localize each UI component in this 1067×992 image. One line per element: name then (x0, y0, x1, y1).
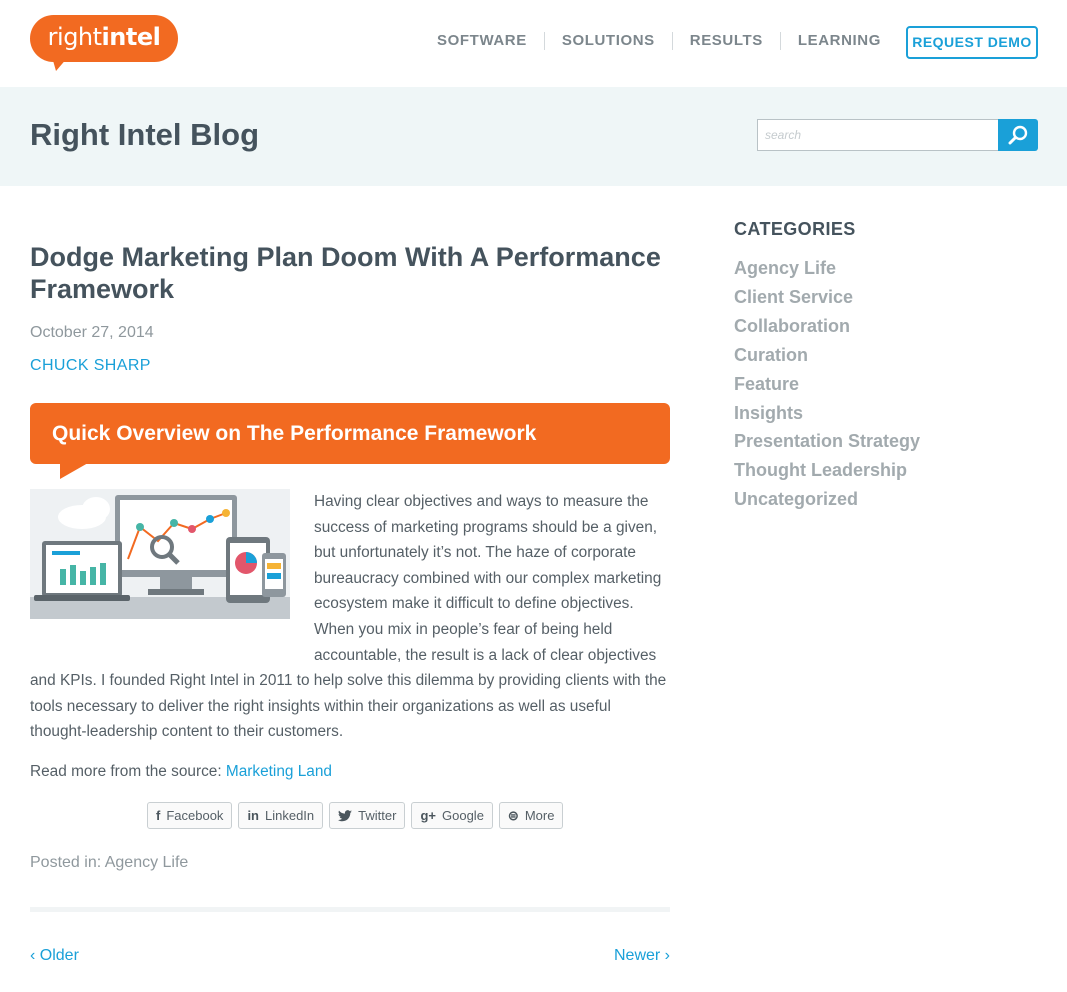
nav-learning[interactable]: LEARNING (779, 32, 898, 50)
divider (30, 907, 670, 912)
categories-list: Agency Life Client Service Collaboration… (734, 254, 1034, 514)
category-link[interactable]: Feature (734, 370, 1034, 399)
older-post-link[interactable]: ‹ Older (30, 947, 79, 965)
category-link[interactable]: Uncategorized (734, 485, 1034, 514)
share-more-button[interactable]: ⊜ More (498, 802, 564, 829)
blog-title: Right Intel Blog (30, 117, 260, 152)
category-link[interactable]: Client Service (734, 283, 1034, 312)
search-input[interactable] (757, 119, 999, 151)
rightintel-logo[interactable]: rightintel (30, 15, 178, 71)
share-linkedin-label: LinkedIn (265, 808, 315, 823)
post-date: October 27, 2014 (30, 324, 154, 341)
overview-banner: Quick Overview on The Performance Framew… (30, 403, 670, 479)
categories-heading: CATEGORIES (734, 219, 856, 239)
twitter-icon (338, 809, 353, 821)
nav-software[interactable]: SOFTWARE (420, 32, 544, 50)
share-twitter-label: Twitter (358, 808, 397, 823)
more-share-icon: ⊜ (507, 808, 519, 823)
share-twitter-button[interactable]: Twitter (329, 802, 406, 829)
dashboard-illustration (30, 489, 290, 619)
google-plus-icon: g+ (420, 808, 436, 823)
banner-tail (60, 463, 88, 479)
search-button[interactable] (998, 119, 1038, 151)
category-link[interactable]: Curation (734, 341, 1034, 370)
share-more-label: More (524, 808, 555, 823)
facebook-icon: f (156, 808, 161, 823)
category-link[interactable]: Agency Life (734, 254, 1034, 283)
main-nav: SOFTWARE SOLUTIONS RESULTS LEARNING (420, 32, 898, 50)
category-link[interactable]: Thought Leadership (734, 456, 1034, 485)
linkedin-icon: in (247, 808, 259, 823)
share-google-label: Google (442, 808, 484, 823)
logo-tail (52, 57, 68, 71)
share-google-button[interactable]: g+ Google (411, 802, 493, 829)
category-link[interactable]: Insights (734, 399, 1034, 428)
newer-post-link[interactable]: Newer › (614, 947, 670, 965)
category-link[interactable]: Collaboration (734, 312, 1034, 341)
source-line: Read more from the source: Marketing Lan… (30, 763, 332, 781)
nav-solutions[interactable]: SOLUTIONS (543, 32, 672, 50)
source-prefix: Read more from the source: (30, 763, 222, 780)
site-header: rightintel SOFTWARE SOLUTIONS RESULTS LE… (0, 0, 1067, 87)
logo-text: rightintel (47, 23, 161, 51)
share-facebook-label: Facebook (166, 808, 224, 823)
post-author-link[interactable]: CHUCK SHARP (30, 357, 151, 375)
blog-title-band: Right Intel Blog (0, 87, 1067, 186)
categories-sidebar: CATEGORIES Agency Life Client Service Co… (734, 219, 1034, 514)
category-link[interactable]: Presentation Strategy (734, 427, 1034, 456)
source-link[interactable]: Marketing Land (226, 763, 332, 780)
nav-results[interactable]: RESULTS (671, 32, 780, 50)
search-form (757, 119, 1038, 151)
request-demo-button[interactable]: REQUEST DEMO (906, 26, 1038, 59)
post-title[interactable]: Dodge Marketing Plan Doom With A Perform… (30, 241, 670, 305)
posted-in: Posted in: Agency Life (30, 854, 189, 871)
share-facebook-button[interactable]: f Facebook (147, 802, 233, 829)
banner-title: Quick Overview on The Performance Framew… (52, 422, 537, 445)
share-linkedin-button[interactable]: in LinkedIn (238, 802, 324, 829)
share-bar: f Facebook in LinkedIn Twitter g+ Google… (147, 802, 569, 829)
magnifier-icon (1008, 125, 1028, 145)
